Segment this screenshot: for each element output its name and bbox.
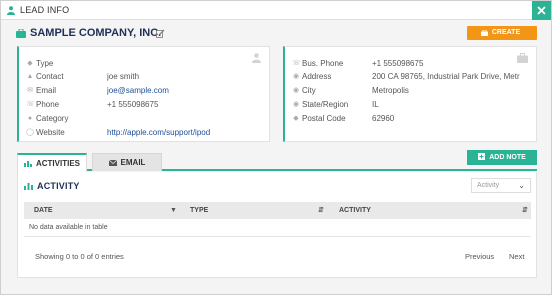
next-page-button[interactable]: Next <box>509 252 524 261</box>
phone-icon: ☏ <box>26 101 35 108</box>
briefcase-icon <box>16 28 26 38</box>
empty-table-row: No data available in table <box>24 219 531 237</box>
field-bus-phone: ☏ Bus. Phone +1 555098675 <box>285 58 536 70</box>
field-value: IL <box>372 100 379 109</box>
bar-chart-icon <box>24 183 33 190</box>
field-address: ◉ Address 200 CA 98765, Industrial Park … <box>285 71 536 83</box>
field-city: ◉ City Metropolis <box>285 85 536 97</box>
titlebar: LEAD INFO <box>1 1 551 20</box>
chevron-down-icon: ⌄ <box>518 181 525 190</box>
field-state: ◉ State/Region IL <box>285 99 536 111</box>
tab-activities[interactable]: ACTIVITIES <box>17 153 87 172</box>
website-link[interactable]: http://apple.com/support/ipod <box>107 128 210 137</box>
sort-desc-icon: ▼ <box>170 207 177 214</box>
field-label: Phone <box>36 100 60 109</box>
field-value: joe smith <box>107 72 140 81</box>
add-note-label: ADD NOTE <box>489 154 526 161</box>
field-label: Postal Code <box>302 114 346 123</box>
field-email: ✉ Email joe@sample.com <box>19 85 269 97</box>
column-activity[interactable]: ACTIVITY ⇵ <box>339 202 529 219</box>
create-button-label: CREATE <box>491 29 521 36</box>
person-icon: ▲ <box>26 73 34 80</box>
field-value: Metropolis <box>372 86 409 95</box>
field-phone: ☏ Phone +1 555098675 <box>19 99 269 111</box>
activity-title: ACTIVITY <box>37 181 80 191</box>
field-value: +1 555098675 <box>107 100 159 109</box>
contact-card: ◆ Type ▲ Contact joe smith ✉ Email joe@s… <box>17 46 270 142</box>
field-label: Website <box>36 128 65 137</box>
lead-info-dialog: LEAD INFO SAMPLE COMPANY, INC. CREATE ◆ … <box>0 0 552 295</box>
map-marker-icon: ◉ <box>292 101 300 108</box>
field-type: ◆ Type <box>19 58 269 70</box>
sort-icon: ⇵ <box>522 207 528 214</box>
previous-page-button[interactable]: Previous <box>465 252 494 261</box>
table-header: DATE ▼ TYPE ⇵ ACTIVITY ⇵ <box>24 202 531 219</box>
create-button[interactable]: CREATE <box>467 26 537 40</box>
entries-info: Showing 0 to 0 of 0 entries <box>35 252 124 261</box>
column-label: ACTIVITY <box>339 207 371 214</box>
field-label: Category <box>36 114 69 123</box>
activity-heading: ACTIVITY <box>24 181 80 191</box>
tab-email[interactable]: EMAIL <box>92 153 162 171</box>
field-label: Contact <box>36 72 64 81</box>
field-label: Email <box>36 86 57 95</box>
field-value: 200 CA 98765, Industrial Park Drive, Met… <box>372 72 520 81</box>
business-card: ☏ Bus. Phone +1 555098675 ◉ Address 200 … <box>283 46 537 142</box>
tag-icon: ◆ <box>27 60 33 67</box>
activity-panel: ACTIVITY Activity ⌄ DATE ▼ TYPE ⇵ ACTIVI… <box>17 172 537 278</box>
field-postal-code: ◆ Postal Code 62960 <box>285 113 536 125</box>
phone-icon: ☏ <box>292 60 301 67</box>
dialog-title: LEAD INFO <box>20 5 70 15</box>
globe-icon: ◯ <box>26 129 34 136</box>
email-icon: ✉ <box>27 87 33 94</box>
tab-label: EMAIL <box>120 158 146 167</box>
edit-icon[interactable] <box>156 29 165 38</box>
field-label: State/Region <box>302 100 349 109</box>
close-button[interactable] <box>532 1 551 20</box>
activity-filter-select[interactable]: Activity ⌄ <box>471 178 531 193</box>
tag-icon: ◆ <box>293 115 299 122</box>
person-icon <box>7 6 15 15</box>
company-name: SAMPLE COMPANY, INC. <box>30 27 162 39</box>
field-label: City <box>302 86 316 95</box>
field-label: Type <box>36 59 54 68</box>
envelope-icon <box>108 159 117 166</box>
field-label: Bus. Phone <box>302 59 344 68</box>
note-icon <box>478 153 486 160</box>
activity-filter-placeholder: Activity <box>477 182 500 189</box>
column-type[interactable]: TYPE ⇵ <box>190 202 325 219</box>
bar-chart-icon <box>23 161 32 167</box>
briefcase-icon <box>481 30 488 36</box>
field-value: 62960 <box>372 114 395 123</box>
close-icon <box>537 6 546 15</box>
tab-label: ACTIVITIES <box>35 159 80 168</box>
map-marker-icon: ◉ <box>292 73 300 80</box>
sort-icon: ⇵ <box>318 207 324 214</box>
field-website: ◯ Website http://apple.com/support/ipod <box>19 127 269 139</box>
field-category: ● Category <box>19 113 269 125</box>
field-contact: ▲ Contact joe smith <box>19 71 269 83</box>
email-link[interactable]: joe@sample.com <box>107 86 169 95</box>
field-value: +1 555098675 <box>372 59 424 68</box>
column-date[interactable]: DATE ▼ <box>34 202 184 219</box>
tab-bar: ACTIVITIES EMAIL <box>17 151 537 172</box>
column-label: DATE <box>34 207 53 214</box>
add-note-button[interactable]: ADD NOTE <box>467 150 537 165</box>
column-label: TYPE <box>190 207 209 214</box>
category-icon: ● <box>27 115 33 122</box>
field-label: Address <box>302 72 332 81</box>
map-marker-icon: ◉ <box>292 87 300 94</box>
